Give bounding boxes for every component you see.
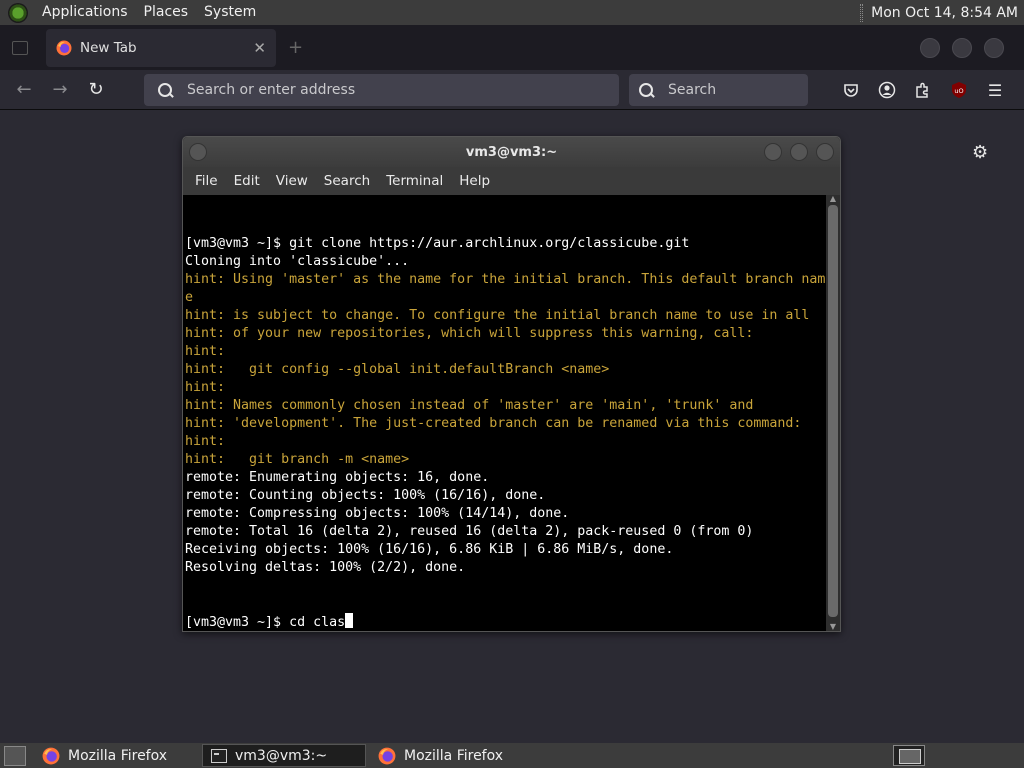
- terminal-maximize-button[interactable]: [790, 143, 808, 161]
- terminal-scrollbar[interactable]: ▲ ▼: [826, 195, 840, 631]
- terminal-title: vm3@vm3:~: [465, 144, 558, 160]
- search-icon: [158, 82, 173, 98]
- terminal-line: hint: Using 'master' as the name for the…: [185, 272, 826, 287]
- terminal-line: remote: Total 16 (delta 2), reused 16 (d…: [185, 524, 754, 539]
- firefox-icon: [56, 40, 72, 55]
- taskbar-item-label: Mozilla Firefox: [68, 747, 168, 764]
- terminal-line: e: [185, 290, 194, 305]
- account-icon[interactable]: [876, 79, 898, 101]
- taskbar-item-label: Mozilla Firefox: [404, 747, 504, 764]
- text-cursor: [345, 613, 354, 628]
- hamburger-menu-icon[interactable]: ☰: [984, 79, 1006, 101]
- tab-new-tab[interactable]: New Tab ✕: [46, 28, 276, 67]
- top-panel: Applications Places System Mon Oct 14, 8…: [0, 0, 1024, 25]
- terminal-minimize-button[interactable]: [764, 143, 782, 161]
- firefox-view-icon: [12, 40, 28, 55]
- terminal-prompt-line: [vm3@vm3 ~]$ cd clas: [185, 613, 824, 631]
- menu-places[interactable]: Places: [136, 0, 197, 25]
- firefox-icon: [42, 747, 60, 764]
- arrow-left-icon: ←: [16, 79, 32, 100]
- search-bar-placeholder: Search: [668, 82, 717, 98]
- firefox-icon: [378, 747, 396, 764]
- reload-button[interactable]: ↻: [78, 74, 114, 106]
- firefox-tab-bar: New Tab ✕ +: [0, 25, 1024, 70]
- terminal-output[interactable]: [vm3@vm3 ~]$ git clone https://aur.archl…: [183, 195, 826, 631]
- terminal-line: remote: Counting objects: 100% (16/16), …: [185, 488, 546, 503]
- menu-terminal[interactable]: Terminal: [378, 173, 451, 189]
- pocket-icon[interactable]: [840, 79, 862, 101]
- terminal-line: hint:: [185, 380, 226, 395]
- menu-search[interactable]: Search: [316, 173, 378, 189]
- terminal-line: hint: 'development'. The just-created br…: [185, 416, 802, 431]
- window-menu-button[interactable]: [189, 143, 207, 161]
- bottom-taskbar: Mozilla Firefox vm3@vm3:~ Mozilla Firefo…: [0, 743, 1024, 768]
- scrollbar-thumb[interactable]: [828, 205, 838, 617]
- scroll-down-arrow-icon[interactable]: ▼: [828, 623, 838, 631]
- workspace-switcher[interactable]: [893, 745, 925, 766]
- ublock-origin-icon[interactable]: uO: [948, 79, 970, 101]
- terminal-line: Cloning into 'classicube'...: [185, 254, 410, 269]
- firefox-nav-bar: ← → ↻ Search or enter address Search uO …: [0, 70, 1024, 110]
- menu-help[interactable]: Help: [451, 173, 498, 189]
- gear-icon[interactable]: ⚙: [972, 142, 994, 164]
- terminal-close-button[interactable]: [816, 143, 834, 161]
- new-tab-plus-icon[interactable]: +: [288, 37, 303, 58]
- menu-view[interactable]: View: [268, 173, 316, 189]
- terminal-window[interactable]: vm3@vm3:~ File Edit View Search Terminal…: [182, 136, 841, 632]
- taskbar-item-firefox-1[interactable]: Mozilla Firefox: [34, 744, 198, 767]
- taskbar-item-label: vm3@vm3:~: [235, 747, 328, 764]
- terminal-line: hint: of your new repositories, which wi…: [185, 326, 754, 341]
- terminal-prompt: [vm3@vm3 ~]$ cd clas: [185, 615, 346, 630]
- terminal-line: Receiving objects: 100% (16/16), 6.86 Ki…: [185, 542, 674, 557]
- terminal-line: hint: git config --global init.defaultBr…: [185, 362, 610, 377]
- scroll-up-arrow-icon[interactable]: ▲: [828, 195, 838, 203]
- terminal-line: hint:: [185, 344, 226, 359]
- extensions-puzzle-icon[interactable]: [912, 79, 934, 101]
- back-button[interactable]: ←: [6, 74, 42, 106]
- terminal-line: hint: Names commonly chosen instead of '…: [185, 398, 754, 413]
- terminal-menubar: File Edit View Search Terminal Help: [183, 167, 840, 195]
- taskbar-item-firefox-2[interactable]: Mozilla Firefox: [370, 744, 534, 767]
- terminal-line: [vm3@vm3 ~]$ git clone https://aur.archl…: [185, 236, 690, 251]
- show-desktop-button[interactable]: [4, 745, 26, 766]
- forward-button[interactable]: →: [42, 74, 78, 106]
- terminal-line: hint: git branch -m <name>: [185, 452, 410, 467]
- terminal-titlebar[interactable]: vm3@vm3:~: [183, 137, 840, 167]
- terminal-line: hint: is subject to change. To configure…: [185, 308, 810, 323]
- terminal-line: Resolving deltas: 100% (2/2), done.: [185, 560, 466, 575]
- menu-system[interactable]: System: [196, 0, 264, 25]
- terminal-lines: [vm3@vm3 ~]$ git clone https://aur.archl…: [185, 235, 826, 577]
- close-tab-icon[interactable]: ✕: [253, 39, 266, 57]
- menu-file[interactable]: File: [187, 173, 226, 189]
- url-bar-placeholder: Search or enter address: [187, 82, 356, 98]
- terminal-icon: [211, 748, 227, 763]
- clock[interactable]: Mon Oct 14, 8:54 AM: [871, 5, 1018, 21]
- ublock-badge-text: uO: [954, 87, 963, 95]
- menu-applications[interactable]: Applications: [34, 0, 136, 25]
- search-icon: [639, 82, 654, 98]
- taskbar-item-terminal[interactable]: vm3@vm3:~: [202, 744, 366, 767]
- close-window-button[interactable]: [984, 37, 1004, 58]
- terminal-line: remote: Enumerating objects: 16, done.: [185, 470, 490, 485]
- distro-logo-icon[interactable]: [8, 2, 28, 23]
- terminal-line: remote: Compressing objects: 100% (14/14…: [185, 506, 570, 521]
- minimize-window-button[interactable]: [920, 37, 940, 58]
- terminal-line: hint:: [185, 434, 226, 449]
- reload-icon: ↻: [88, 79, 104, 100]
- tab-label: New Tab: [80, 39, 137, 56]
- firefox-view-button[interactable]: [0, 25, 40, 70]
- menu-edit[interactable]: Edit: [226, 173, 268, 189]
- maximize-window-button[interactable]: [952, 37, 972, 58]
- url-bar[interactable]: Search or enter address: [144, 74, 619, 106]
- search-bar[interactable]: Search: [629, 74, 808, 106]
- panel-separator: [860, 3, 864, 22]
- arrow-right-icon: →: [52, 79, 68, 100]
